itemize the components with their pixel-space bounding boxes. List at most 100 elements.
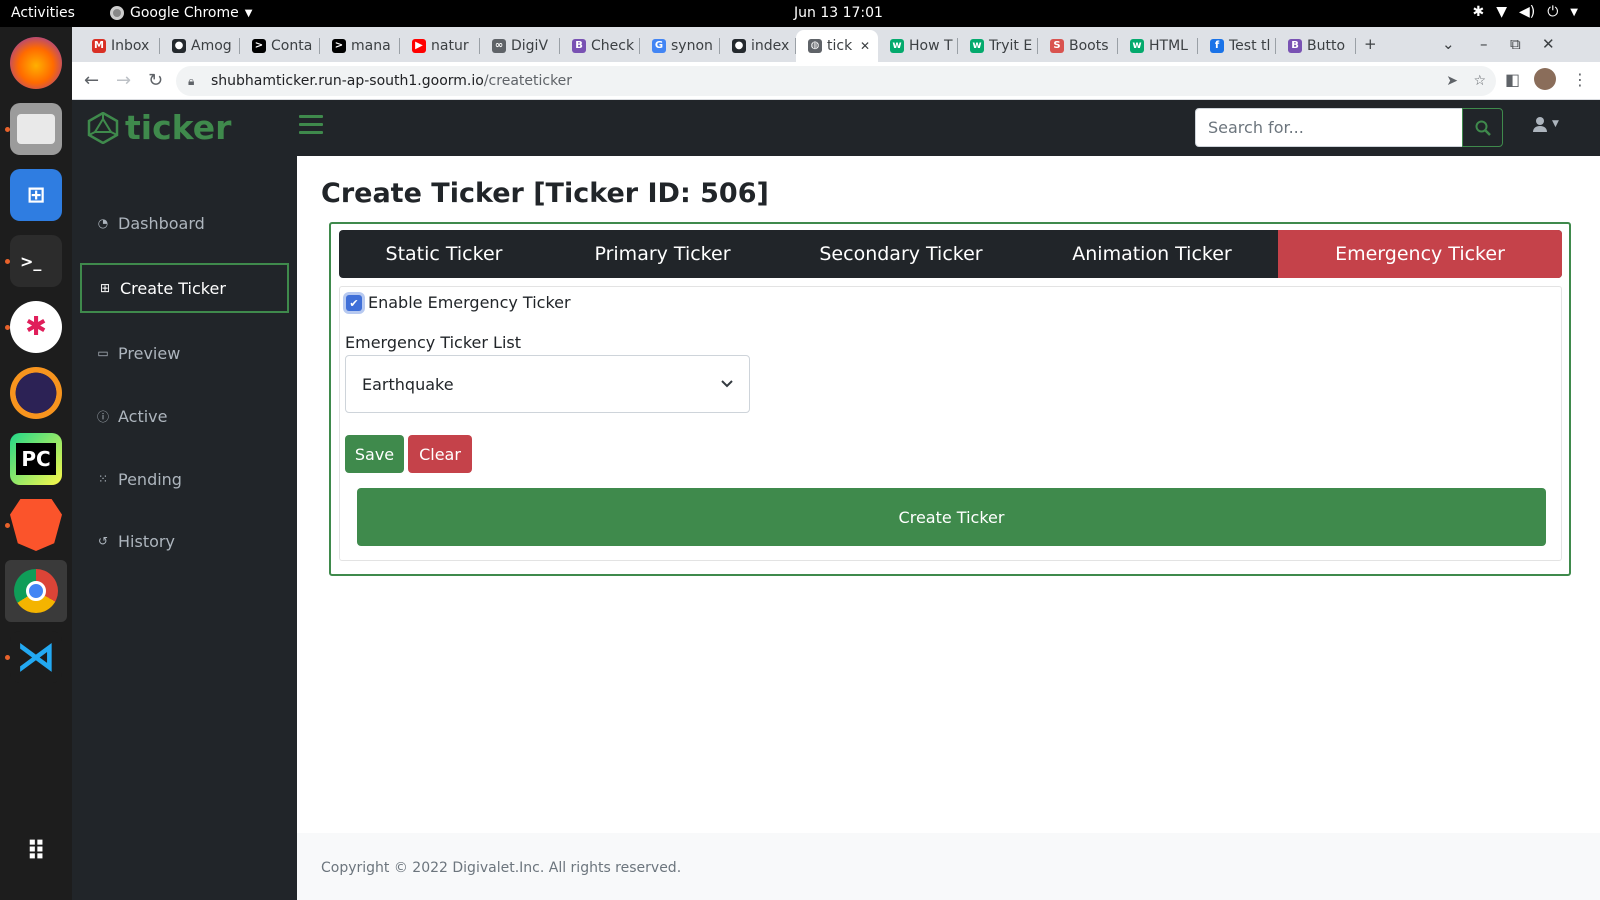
eclipse-icon[interactable] bbox=[10, 367, 62, 419]
chrome-icon[interactable] bbox=[5, 560, 67, 622]
browser-tab[interactable]: f Test tl bbox=[1198, 30, 1276, 62]
kebab-menu-icon[interactable]: ⋮ bbox=[1572, 70, 1588, 89]
tab-secondary-ticker[interactable]: Secondary Ticker bbox=[776, 230, 1026, 278]
chevron-down-icon bbox=[721, 380, 733, 388]
wifi-icon: ▼ bbox=[1496, 4, 1507, 20]
browser-tab[interactable]: ● index bbox=[720, 30, 796, 62]
minimize-icon[interactable]: – bbox=[1480, 35, 1488, 53]
enable-emergency-checkbox[interactable]: ✔ bbox=[346, 295, 362, 311]
clear-button[interactable]: Clear bbox=[408, 435, 472, 473]
software-store-icon[interactable]: ⊞ bbox=[10, 169, 62, 221]
w3schools-icon: w bbox=[890, 39, 904, 53]
emergency-list-select[interactable]: Earthquake bbox=[345, 355, 750, 413]
browser-tab[interactable]: S Boots bbox=[1038, 30, 1118, 62]
sidebar-item-dashboard[interactable]: ◔ Dashboard bbox=[80, 198, 289, 248]
close-window-icon[interactable]: ✕ bbox=[1542, 35, 1555, 53]
browser-tab-label: Boots bbox=[1069, 38, 1109, 54]
browser-tab[interactable]: w How T bbox=[878, 30, 958, 62]
google-icon: G bbox=[652, 39, 666, 53]
brave-icon[interactable] bbox=[10, 499, 62, 551]
bootstrap-icon: B bbox=[1288, 39, 1302, 53]
activities-button[interactable]: Activities bbox=[11, 5, 75, 21]
files-icon[interactable] bbox=[10, 103, 62, 155]
enable-emergency-label[interactable]: Enable Emergency Ticker bbox=[368, 293, 571, 312]
tab-search-icon[interactable]: ⌄ bbox=[1442, 35, 1455, 53]
save-button[interactable]: Save bbox=[345, 435, 404, 473]
browser-tab[interactable]: B Butto bbox=[1276, 30, 1356, 62]
user-menu[interactable]: ▼ bbox=[1532, 116, 1559, 132]
sidebar-item-label: History bbox=[118, 531, 175, 551]
browser-tab-label: DigiV bbox=[511, 38, 549, 54]
dashboard-icon: ◔ bbox=[97, 216, 109, 230]
back-icon[interactable]: ← bbox=[84, 70, 99, 91]
app-grid-icon[interactable]: ⠿ bbox=[10, 826, 62, 878]
close-tab-icon[interactable]: ✕ bbox=[860, 39, 870, 53]
sidebar-item-pending[interactable]: ⁙ Pending bbox=[80, 454, 289, 504]
sidebar-item-active[interactable]: ⓘ Active bbox=[80, 391, 289, 441]
forward-icon[interactable]: → bbox=[116, 70, 131, 91]
browser-tab-label: Test tl bbox=[1229, 38, 1271, 54]
sidebar-item-create-ticker[interactable]: ⊞ Create Ticker bbox=[80, 263, 289, 313]
search-icon bbox=[1475, 120, 1491, 136]
select-value: Earthquake bbox=[362, 374, 454, 394]
browser-tab-label: mana bbox=[351, 38, 391, 54]
firefox-icon[interactable] bbox=[10, 37, 62, 89]
browser-tab[interactable]: ◍ tick ✕ bbox=[796, 30, 878, 62]
browser-tab[interactable]: B Check bbox=[560, 30, 640, 62]
brand-logo[interactable]: ticker bbox=[87, 108, 231, 147]
browser-tab[interactable]: > mana bbox=[320, 30, 400, 62]
bookmark-star-icon[interactable]: ☆ bbox=[1473, 66, 1486, 96]
create-ticker-button[interactable]: Create Ticker bbox=[357, 488, 1546, 546]
browser-tab[interactable]: > Conta bbox=[240, 30, 320, 62]
slack-icon[interactable]: ✱ bbox=[10, 301, 62, 353]
browser-tab[interactable]: w Tryit E bbox=[958, 30, 1038, 62]
tab-animation-ticker[interactable]: Animation Ticker bbox=[1026, 230, 1278, 278]
search-button[interactable] bbox=[1462, 108, 1503, 147]
spinner-icon: ⁙ bbox=[97, 472, 109, 486]
brand-name: ticker bbox=[125, 108, 232, 147]
profile-avatar[interactable] bbox=[1534, 68, 1556, 90]
power-icon: ⏻ bbox=[1547, 4, 1559, 20]
browser-tab-label: Inbox bbox=[111, 38, 150, 54]
tab-static-ticker[interactable]: Static Ticker bbox=[339, 230, 549, 278]
dice-logo-icon bbox=[87, 111, 119, 144]
url-host: shubhamticker.run-ap-south1.goorm.io bbox=[211, 73, 484, 89]
sidebar-item-label: Dashboard bbox=[118, 213, 205, 233]
ticker-card: Static Ticker Primary Ticker Secondary Tic… bbox=[329, 222, 1571, 576]
sidebar-item-label: Create Ticker bbox=[120, 278, 226, 298]
tab-emergency-ticker[interactable]: Emergency Ticker bbox=[1278, 230, 1562, 278]
browser-tab[interactable]: M Inbox bbox=[80, 30, 160, 62]
browser-tab[interactable]: w HTML bbox=[1118, 30, 1198, 62]
reload-icon[interactable]: ↻ bbox=[148, 70, 163, 91]
ticker-type-tabs: Static Ticker Primary Ticker Secondary Tic… bbox=[339, 230, 1562, 278]
url-field[interactable]: 🔒︎ shubhamticker.run-ap-south1.goorm.io/… bbox=[176, 66, 1496, 96]
caret-down-icon: ▼ bbox=[244, 7, 253, 19]
new-tab-icon[interactable]: + bbox=[1364, 35, 1377, 53]
browser-tab-label: HTML bbox=[1149, 38, 1188, 54]
clock[interactable]: Jun 13 17:01 bbox=[794, 5, 883, 21]
browser-tab-label: Tryit E bbox=[989, 38, 1033, 54]
side-panel-icon[interactable]: ◧ bbox=[1505, 70, 1520, 89]
browser-tab[interactable]: ▶ natur bbox=[400, 30, 480, 62]
caret-down-icon: ▼ bbox=[1552, 119, 1559, 129]
tab-primary-ticker[interactable]: Primary Ticker bbox=[549, 230, 776, 278]
sidebar-item-preview[interactable]: ▭ Preview bbox=[80, 328, 289, 378]
browser-tab[interactable]: Gsynon bbox=[640, 30, 720, 62]
browser-tab[interactable]: ● Amog bbox=[160, 30, 240, 62]
app-menu[interactable]: Google Chrome ▼ bbox=[110, 5, 252, 21]
search-input[interactable] bbox=[1195, 108, 1463, 147]
vscode-icon[interactable]: ⋊ bbox=[10, 631, 62, 683]
plus-square-icon: ⊞ bbox=[99, 281, 111, 295]
browser-tab[interactable]: ∞ DigiV bbox=[480, 30, 560, 62]
browser-tab-label: tick bbox=[827, 38, 853, 54]
restore-icon[interactable]: ⧉ bbox=[1510, 35, 1521, 53]
pycharm-icon[interactable]: PC bbox=[10, 433, 62, 485]
dock: ⊞ >_ ✱ PC ⋊ ⠿ bbox=[0, 27, 72, 900]
system-tray[interactable]: ✱ ▼ ◀) ⏻ ▼ bbox=[1472, 4, 1578, 20]
s-icon: S bbox=[1050, 39, 1064, 53]
terminal-app-icon[interactable]: >_ bbox=[10, 235, 62, 287]
share-icon[interactable]: ➤ bbox=[1446, 66, 1458, 96]
browser-tab-label: Check bbox=[591, 38, 635, 54]
hamburger-menu-icon[interactable] bbox=[299, 115, 323, 139]
sidebar-item-history[interactable]: ↺ History bbox=[80, 516, 289, 566]
